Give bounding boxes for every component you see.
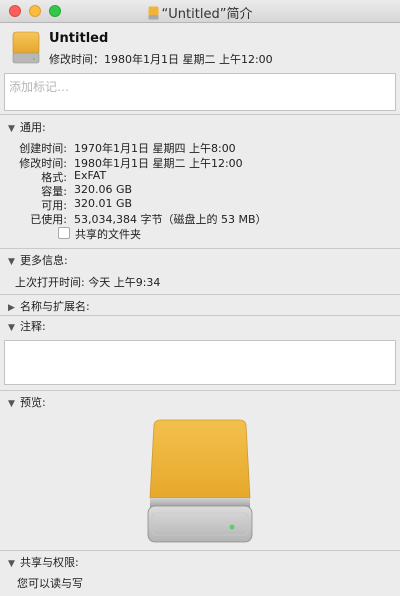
- info-row-used: 已使用: 53,034,384 字节（磁盘上的 53 MB）: [0, 211, 400, 226]
- disclosure-open-icon[interactable]: ▼: [8, 559, 20, 569]
- info-row-format: 格式: ExFAT: [0, 169, 400, 184]
- info-value: 320.06 GB: [74, 183, 133, 196]
- shared-folder-label: 共享的文件夹: [75, 228, 141, 241]
- window-title: “Untitled”简介: [161, 7, 253, 22]
- section-comments-toggle[interactable]: ▼ 注释:: [8, 318, 46, 334]
- separator: [0, 294, 400, 295]
- info-value: 1970年1月1日 星期四 上午8:00: [74, 142, 236, 155]
- disclosure-open-icon[interactable]: ▼: [8, 399, 20, 409]
- last-opened-text: 上次打开时间: 今天 上午9:34: [15, 276, 161, 289]
- section-general-label: 通用:: [20, 121, 46, 134]
- info-value: 320.01 GB: [74, 197, 133, 210]
- external-drive-icon: [12, 31, 40, 64]
- volume-name: Untitled: [49, 31, 109, 46]
- tags-field[interactable]: 添加标记…: [4, 73, 396, 111]
- separator: [0, 390, 400, 391]
- window-title-group: “Untitled”简介: [0, 3, 400, 22]
- section-sharing-label: 共享与权限:: [20, 556, 79, 569]
- separator: [0, 550, 400, 551]
- section-more-info-label: 更多信息:: [20, 254, 68, 267]
- separator: [0, 248, 400, 249]
- info-value: ExFAT: [74, 169, 107, 182]
- sharing-summary: 您可以读与写: [17, 577, 83, 590]
- info-key: 已使用:: [30, 213, 67, 226]
- info-row-modified: 修改时间: 1980年1月1日 星期二 上午12:00: [0, 155, 400, 170]
- section-name-ext-toggle[interactable]: ▶ 名称与扩展名:: [8, 298, 90, 314]
- section-name-ext-label: 名称与扩展名:: [20, 300, 90, 313]
- disclosure-closed-icon[interactable]: ▶: [8, 303, 20, 313]
- info-row-created: 创建时间: 1970年1月1日 星期四 上午8:00: [0, 140, 400, 155]
- info-row-capacity: 容量: 320.06 GB: [0, 183, 400, 198]
- section-more-info-toggle[interactable]: ▼ 更多信息:: [8, 252, 68, 268]
- drive-preview-icon: [147, 419, 253, 543]
- section-sharing-toggle[interactable]: ▼ 共享与权限:: [8, 554, 79, 570]
- separator: [0, 315, 400, 316]
- header-modified: 修改时间：1980年1月1日 星期二 上午12:00: [49, 53, 273, 66]
- section-preview-label: 预览:: [20, 396, 46, 409]
- disclosure-open-icon[interactable]: ▼: [8, 124, 20, 134]
- separator: [0, 114, 400, 115]
- info-value: 53,034,384 字节（磁盘上的 53 MB）: [74, 213, 267, 226]
- disclosure-open-icon[interactable]: ▼: [8, 323, 20, 333]
- section-general-toggle[interactable]: ▼ 通用:: [8, 119, 46, 135]
- section-preview-toggle[interactable]: ▼ 预览:: [8, 394, 46, 410]
- shared-folder-checkbox[interactable]: [58, 227, 70, 239]
- title-bar[interactable]: “Untitled”简介: [0, 0, 400, 23]
- disclosure-open-icon[interactable]: ▼: [8, 257, 20, 267]
- info-window: “Untitled”简介 Untitled 修改时间：1980年1月1日 星期二…: [0, 0, 400, 596]
- comments-field[interactable]: [4, 340, 396, 385]
- info-key: 创建时间:: [19, 142, 67, 155]
- section-comments-label: 注释:: [20, 320, 46, 333]
- drive-title-icon: [148, 6, 159, 20]
- info-row-available: 可用: 320.01 GB: [0, 197, 400, 212]
- shared-folder-option[interactable]: 共享的文件夹: [58, 226, 141, 241]
